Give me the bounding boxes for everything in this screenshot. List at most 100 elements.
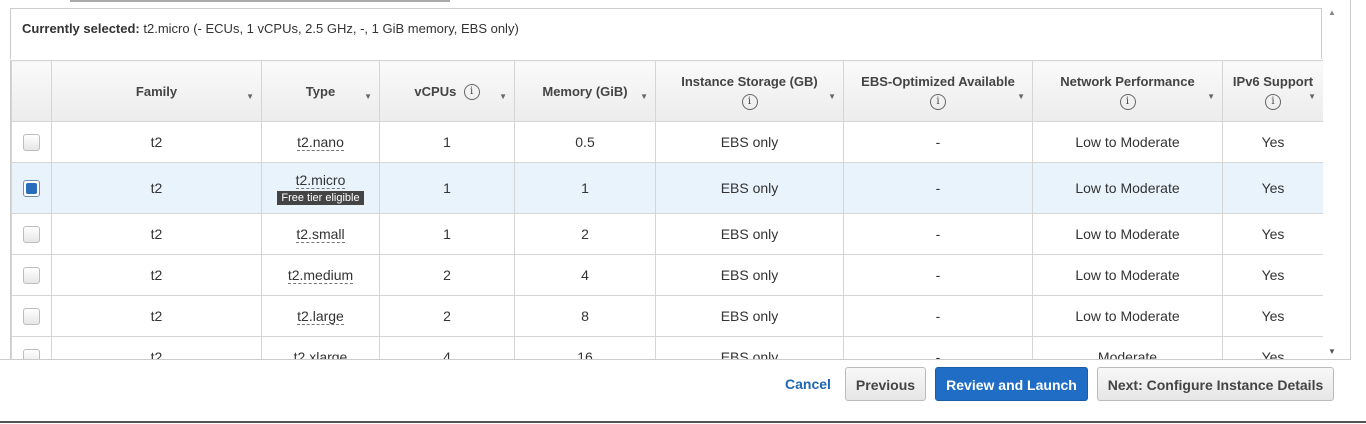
column-header-family[interactable]: Family ▼	[51, 60, 262, 122]
instance-type-link[interactable]: t2.nano	[297, 134, 344, 151]
instance-table: Family ▼ Type ▼ vCPUs i ▼ Memory (GiB) ▼ Instanc…	[11, 60, 1323, 360]
cell-family: t2	[51, 336, 262, 360]
cell-ipv6: Yes	[1222, 213, 1323, 255]
row-checkbox[interactable]	[23, 225, 40, 243]
column-header-label: Family	[135, 83, 178, 99]
cell-ipv6: Yes	[1222, 295, 1323, 337]
cell-ipv6: Yes	[1222, 254, 1323, 296]
row-checkbox[interactable]	[23, 179, 40, 197]
cell-network: Low to Moderate	[1032, 213, 1223, 255]
sort-arrow-icon[interactable]: ▼	[246, 87, 254, 106]
instance-type-link[interactable]: t2.medium	[287, 267, 354, 284]
column-header-vcpus[interactable]: vCPUs i ▼	[379, 60, 515, 122]
cell-memory: 16	[514, 336, 656, 360]
cell-value: 1	[443, 134, 451, 150]
cell-family: t2	[51, 162, 262, 214]
column-header-ebs[interactable]: EBS-Optimized Available i ▼	[843, 60, 1033, 122]
cell-value: 1	[443, 180, 451, 196]
cell-vcpus: 2	[379, 295, 515, 337]
sort-arrow-icon[interactable]: ▼	[364, 87, 372, 106]
sort-arrow-icon[interactable]: ▼	[828, 87, 836, 106]
instance-type-link[interactable]: t2.small	[296, 226, 345, 243]
table-header-row: Family ▼ Type ▼ vCPUs i ▼ Memory (GiB) ▼ Instanc…	[11, 60, 1323, 122]
next-configure-instance-details-button[interactable]: Next: Configure Instance Details	[1097, 367, 1334, 401]
review-and-launch-button[interactable]: Review and Launch	[935, 367, 1088, 401]
cell-ipv6: Yes	[1222, 336, 1323, 360]
cell-value: -	[935, 226, 941, 242]
selection-label: Currently selected:	[22, 21, 140, 36]
top-border	[70, 0, 450, 2]
cell-value: 1	[581, 180, 589, 196]
cell-type: t2.medium	[261, 254, 380, 296]
table-row[interactable]: t2 t2.nano 1 0.5 EBS only - Low to Moderate Yes	[11, 121, 1323, 163]
cancel-link[interactable]: Cancel	[785, 376, 831, 392]
cell-value: Yes	[1261, 180, 1285, 196]
cell-value: t2	[150, 134, 163, 150]
cell-value: -	[935, 180, 941, 196]
cell-vcpus: 1	[379, 162, 515, 214]
table-row[interactable]: t2 t2.large 2 8 EBS only - Low to Moderate Yes	[11, 295, 1323, 337]
previous-button[interactable]: Previous	[845, 367, 926, 401]
cell-storage: EBS only	[655, 121, 844, 163]
table-row[interactable]: t2 t2.small 1 2 EBS only - Low to Moderate Yes	[11, 213, 1323, 255]
column-header-network[interactable]: Network Performance i ▼	[1032, 60, 1223, 122]
cell-ebs: -	[843, 213, 1033, 255]
info-icon[interactable]: i	[930, 93, 946, 110]
column-header-label: Type	[305, 83, 336, 99]
sort-arrow-icon[interactable]: ▼	[1308, 87, 1316, 106]
scroll-down-arrow-icon[interactable]: ▼	[1328, 347, 1336, 356]
cell-value: 8	[581, 308, 589, 324]
cell-value: -	[935, 134, 941, 150]
cell-storage: EBS only	[655, 254, 844, 296]
cell-value: EBS only	[720, 226, 779, 242]
cell-value: t2	[150, 226, 163, 242]
cell-value: t2	[150, 267, 163, 283]
table-row[interactable]: t2 t2.micro Free tier eligible 1 1 EBS only - L…	[11, 162, 1323, 214]
select-column-header	[11, 60, 52, 122]
info-icon[interactable]: i	[463, 84, 480, 101]
cell-storage: EBS only	[655, 162, 844, 214]
column-header-label: Memory (GiB)	[542, 83, 628, 99]
row-checkbox[interactable]	[23, 133, 40, 151]
cell-vcpus: 2	[379, 254, 515, 296]
free-tier-badge: Free tier eligible	[277, 190, 364, 205]
sort-arrow-icon[interactable]: ▼	[1017, 87, 1025, 106]
cell-ipv6: Yes	[1222, 162, 1323, 214]
info-icon[interactable]: i	[1119, 93, 1136, 110]
cell-ebs: -	[843, 254, 1033, 296]
row-checkbox[interactable]	[23, 307, 40, 325]
cell-network: Low to Moderate	[1032, 295, 1223, 337]
cell-ipv6: Yes	[1222, 121, 1323, 163]
table-row[interactable]: t2 t2.medium 2 4 EBS only - Low to Moderate Yes	[11, 254, 1323, 296]
sort-arrow-icon[interactable]: ▼	[499, 87, 507, 106]
instance-type-link[interactable]: t2.large	[297, 308, 344, 325]
column-header-type[interactable]: Type ▼	[261, 60, 380, 122]
cell-network: Moderate	[1032, 336, 1223, 360]
row-select-cell	[11, 162, 52, 214]
sort-arrow-icon[interactable]: ▼	[640, 87, 648, 106]
cell-value: t2	[150, 308, 163, 324]
column-header-memory[interactable]: Memory (GiB) ▼	[514, 60, 656, 122]
cell-memory: 4	[514, 254, 656, 296]
scrollbar[interactable]: ▲ ▼	[1323, 8, 1341, 360]
row-select-cell	[11, 121, 52, 163]
column-header-storage[interactable]: Instance Storage (GB) i ▼	[655, 60, 844, 122]
row-select-cell	[11, 336, 52, 360]
sort-arrow-icon[interactable]: ▼	[1207, 87, 1215, 106]
cell-storage: EBS only	[655, 336, 844, 360]
cell-memory: 2	[514, 213, 656, 255]
cell-value: -	[935, 267, 941, 283]
cell-ebs: -	[843, 295, 1033, 337]
cell-ebs: -	[843, 336, 1033, 360]
cell-value: 1	[443, 226, 451, 242]
info-icon[interactable]: i	[1265, 93, 1281, 110]
info-icon[interactable]: i	[741, 93, 758, 110]
instance-type-link[interactable]: t2.micro	[295, 171, 346, 189]
cell-value: Low to Moderate	[1075, 308, 1180, 324]
row-select-cell	[11, 254, 52, 296]
scroll-up-arrow-icon[interactable]: ▲	[1328, 8, 1336, 17]
table-row[interactable]: t2 t2.xlarge 4 16 EBS only - Moderate Yes	[11, 336, 1323, 360]
row-checkbox[interactable]	[23, 266, 40, 284]
column-header-ipv6[interactable]: IPv6 Support i ▼	[1222, 60, 1323, 122]
cell-value: t2	[150, 180, 163, 196]
